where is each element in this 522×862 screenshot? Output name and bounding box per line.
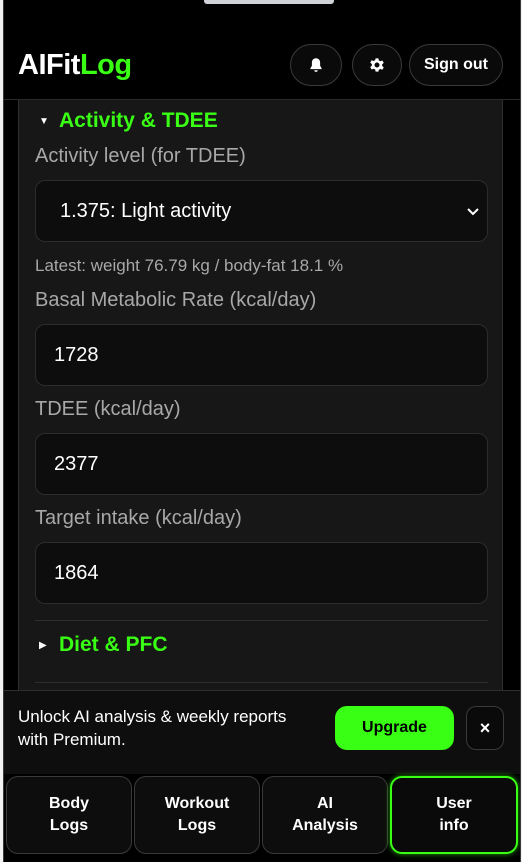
caret-right-icon: ▶ — [39, 639, 47, 651]
bell-icon — [310, 58, 322, 72]
bmr-value: 1728 — [54, 343, 99, 366]
target-intake-label: Target intake (kcal/day) — [35, 507, 242, 529]
tdee-value: 2377 — [54, 452, 99, 475]
bottom-nav: Body Logs Workout Logs AI Analysis User … — [4, 774, 520, 862]
premium-banner: Unlock AI analysis & weekly reports with… — [4, 690, 520, 774]
latest-measurement-text: Latest: weight 76.79 kg / body-fat 18.1 … — [35, 256, 344, 275]
logo-text-ai: AIFit — [18, 49, 80, 81]
app-logo: AIFitLog — [18, 49, 132, 82]
gear-icon — [370, 58, 384, 72]
activity-level-select[interactable]: 1.375: Light activity — [35, 180, 488, 242]
nav-user-info[interactable]: User info — [390, 776, 518, 854]
logo-text-log: Log — [79, 49, 132, 81]
app-frame: AIFitLog Sign out ▼ Activity & TDEE Acti… — [3, 0, 521, 862]
caret-down-icon: ▼ — [39, 115, 49, 127]
bmr-input[interactable]: 1728 — [35, 324, 488, 386]
activity-section-header[interactable]: ▼ Activity & TDEE — [39, 109, 218, 133]
nav-ai-analysis[interactable]: AI Analysis — [262, 776, 388, 854]
activity-level-value: 1.375: Light activity — [60, 199, 232, 222]
close-banner-button[interactable]: × — [466, 706, 504, 750]
settings-button[interactable] — [352, 44, 402, 86]
tdee-input[interactable]: 2377 — [35, 433, 488, 495]
section-divider — [35, 620, 488, 621]
upgrade-button[interactable]: Upgrade — [335, 706, 454, 750]
tdee-label: TDEE (kcal/day) — [35, 398, 181, 420]
sign-out-button[interactable]: Sign out — [409, 44, 503, 86]
premium-banner-text: Unlock AI analysis & weekly reports with… — [18, 707, 287, 749]
bmr-label: Basal Metabolic Rate (kcal/day) — [35, 289, 317, 311]
target-intake-input[interactable]: 1864 — [35, 542, 488, 604]
activity-section-title: Activity & TDEE — [59, 109, 218, 132]
nav-body-logs[interactable]: Body Logs — [6, 776, 132, 854]
nav-workout-logs[interactable]: Workout Logs — [134, 776, 260, 854]
activity-level-label: Activity level (for TDEE) — [35, 145, 246, 167]
diet-section-title: Diet & PFC — [59, 633, 168, 656]
notifications-button[interactable] — [290, 44, 342, 86]
target-intake-value: 1864 — [54, 561, 99, 584]
section-divider — [35, 682, 488, 683]
close-icon: × — [479, 717, 491, 738]
app-header: AIFitLog Sign out — [4, 0, 520, 100]
chevron-down-icon — [467, 208, 479, 216]
diet-section-header[interactable]: ▶ Diet & PFC — [39, 633, 168, 657]
